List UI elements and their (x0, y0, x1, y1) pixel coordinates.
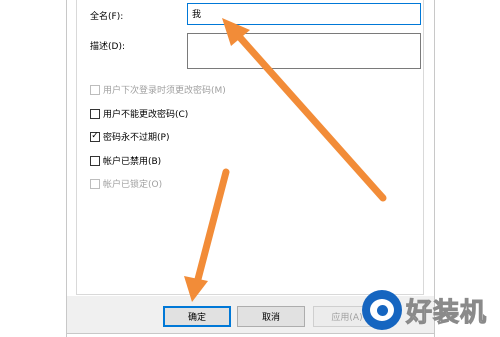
watermark: 好装机 (362, 286, 496, 334)
window-left-border (66, 0, 67, 337)
checkbox-box[interactable] (90, 155, 100, 166)
cancel-button[interactable]: 取消 (237, 306, 305, 327)
description-field[interactable] (187, 33, 421, 69)
ok-button[interactable]: 确定 (163, 306, 231, 327)
checkbox-box[interactable] (90, 108, 100, 119)
fullname-label: 全名(F): (90, 12, 124, 22)
watermark-text: 好装机 (405, 297, 488, 328)
checkbox-must-change-password[interactable]: 用户下次登录时须更改密码(M) (90, 83, 226, 96)
checkbox-cannot-change-password[interactable]: 用户不能更改密码(C) (90, 107, 188, 120)
checkbox-label: 帐户已锁定(O) (103, 180, 163, 190)
checkbox-account-locked[interactable]: 帐户已锁定(O) (90, 177, 162, 190)
fullname-field[interactable]: 我 (187, 3, 421, 25)
checkbox-label: 用户下次登录时须更改密码(M) (103, 86, 226, 96)
checkbox-label: 密码永不过期(P) (103, 133, 170, 143)
eye-logo-icon (362, 290, 402, 330)
checkbox-box[interactable] (90, 178, 100, 189)
checkbox-password-never-expires[interactable]: ✓ 密码永不过期(P) (90, 130, 169, 143)
description-label: 描述(D): (90, 42, 125, 52)
checkbox-label: 用户不能更改密码(C) (103, 110, 189, 120)
checkbox-account-disabled[interactable]: 帐户已禁用(B) (90, 154, 161, 167)
checkbox-label: 帐户已禁用(B) (103, 157, 162, 167)
checkbox-box[interactable] (90, 84, 100, 95)
checkbox-box[interactable]: ✓ (90, 131, 100, 142)
